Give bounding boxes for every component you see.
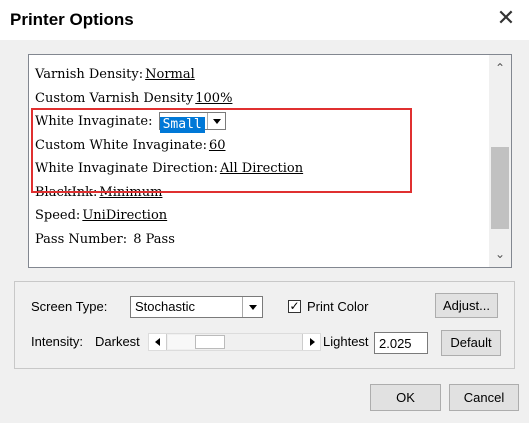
option-value-link[interactable]: UniDirection bbox=[82, 208, 167, 223]
intensity-label: Intensity: bbox=[31, 334, 84, 349]
options-listbox[interactable]: Varnish Density: Normal Custom Varnish De… bbox=[28, 54, 512, 268]
option-label: White Invaginate Direction: bbox=[35, 161, 218, 176]
title-bar: Printer Options ✕ bbox=[0, 0, 529, 40]
intensity-slider[interactable] bbox=[148, 333, 321, 351]
arrow-left-icon bbox=[155, 338, 160, 346]
option-label: Speed: bbox=[35, 208, 81, 223]
list-item-pass-number[interactable]: Pass Number: 8 Pass bbox=[35, 228, 487, 252]
option-value-link[interactable]: Normal bbox=[145, 67, 195, 82]
dropdown-selected-value: Small bbox=[159, 116, 205, 133]
list-item-speed[interactable]: Speed: UniDirection bbox=[35, 204, 487, 228]
darkest-label: Darkest bbox=[95, 334, 140, 349]
print-color-checkbox[interactable]: ✓ bbox=[288, 300, 301, 313]
option-value-link[interactable]: All Direction bbox=[220, 161, 303, 176]
option-label: White Invaginate: bbox=[35, 114, 153, 129]
option-label: BlackInk: bbox=[35, 184, 98, 200]
print-color-label: Print Color bbox=[307, 299, 369, 314]
option-value-link[interactable]: 100% bbox=[195, 91, 232, 106]
slider-track bbox=[168, 335, 195, 349]
screen-type-label: Screen Type: bbox=[31, 299, 108, 314]
option-value-link[interactable]: 60 bbox=[209, 138, 226, 153]
dialog-title: Printer Options bbox=[10, 10, 134, 29]
scroll-right-button[interactable] bbox=[302, 334, 320, 350]
white-invaginate-dropdown[interactable]: Small bbox=[158, 111, 226, 133]
scrollbar-thumb[interactable] bbox=[491, 147, 509, 229]
option-value-text: 8 Pass bbox=[133, 231, 175, 247]
option-label: Pass Number: bbox=[35, 231, 128, 247]
option-value-link[interactable]: Minimum bbox=[99, 185, 162, 200]
chevron-down-icon bbox=[212, 118, 221, 124]
option-label: Custom White Invaginate: bbox=[35, 137, 207, 153]
list-item-white-invaginate[interactable]: White Invaginate: Small bbox=[35, 110, 487, 134]
adjust-button[interactable]: Adjust... bbox=[435, 293, 498, 318]
list-item-blackink[interactable]: BlackInk: Minimum bbox=[35, 181, 487, 205]
option-label: Custom Varnish Density bbox=[35, 90, 194, 106]
list-item-custom-white-invaginate[interactable]: Custom White Invaginate: 60 bbox=[35, 134, 487, 158]
screen-type-select[interactable]: Stochastic bbox=[130, 296, 263, 318]
combo-arrow-button[interactable] bbox=[242, 297, 262, 317]
arrow-right-icon bbox=[310, 338, 315, 346]
lightest-label: Lightest bbox=[323, 334, 369, 349]
dropdown-arrow-button[interactable] bbox=[206, 112, 225, 129]
chevron-up-icon[interactable]: ⌃ bbox=[489, 57, 511, 79]
slider-thumb[interactable] bbox=[195, 335, 225, 349]
options-list: Varnish Density: Normal Custom Varnish De… bbox=[35, 63, 487, 251]
ok-button[interactable]: OK bbox=[370, 384, 441, 411]
option-label: Varnish Density: bbox=[35, 67, 144, 82]
screen-type-value: Stochastic bbox=[135, 299, 195, 314]
list-item-custom-varnish-density[interactable]: Custom Varnish Density 100% bbox=[35, 87, 487, 111]
intensity-value-field[interactable] bbox=[374, 332, 428, 354]
list-item-varnish-density[interactable]: Varnish Density: Normal bbox=[35, 63, 487, 87]
chevron-down-icon bbox=[249, 305, 257, 310]
cancel-button[interactable]: Cancel bbox=[449, 384, 519, 411]
scroll-left-button[interactable] bbox=[149, 334, 167, 350]
default-button[interactable]: Default bbox=[441, 330, 501, 356]
list-vertical-scrollbar[interactable]: ⌃ ⌄ bbox=[489, 55, 511, 267]
list-item-white-invaginate-direction[interactable]: White Invaginate Direction: All Direction bbox=[35, 157, 487, 181]
chevron-down-icon[interactable]: ⌄ bbox=[489, 243, 511, 265]
close-icon[interactable]: ✕ bbox=[493, 6, 519, 32]
